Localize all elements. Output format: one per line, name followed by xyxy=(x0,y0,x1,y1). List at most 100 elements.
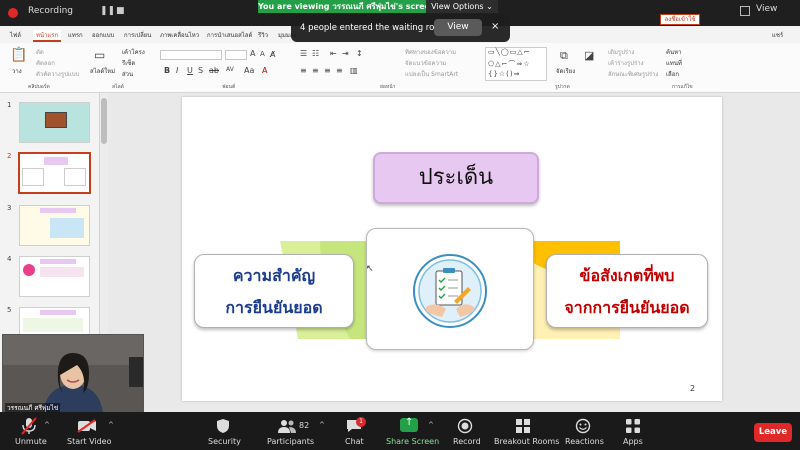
microphone-muted-icon[interactable] xyxy=(21,417,37,435)
arrange-icon[interactable]: ⧉ xyxy=(560,49,568,63)
participants-options-caret[interactable]: ^ xyxy=(319,421,325,429)
apps-label[interactable]: Apps xyxy=(623,437,643,446)
slide-title: ประเด็น xyxy=(418,165,494,190)
paste-icon[interactable]: 📋 xyxy=(10,47,27,63)
bullets-icon[interactable]: ☰ xyxy=(300,49,307,58)
paste-label[interactable]: วาง xyxy=(12,66,22,76)
new-slide-label[interactable]: สไลด์ใหม่ xyxy=(90,66,115,76)
clear-format-icon[interactable]: A̸ xyxy=(270,50,275,59)
chat-unread-badge: 1 xyxy=(356,417,366,427)
apps-icon[interactable] xyxy=(625,418,641,434)
left-card-line2: การยืนยันยอด xyxy=(225,298,323,317)
view-button[interactable]: View xyxy=(756,4,777,14)
tab-insert[interactable]: แทรก xyxy=(68,30,83,40)
shapes-row-icon[interactable]: ▭╲◯▭△⌐ xyxy=(488,48,531,56)
arrange-label[interactable]: จัดเรียง xyxy=(556,66,575,76)
shapes-row-icon[interactable]: ⬠△⌐⌒⇒☆ xyxy=(488,59,530,69)
format-painter-button[interactable]: ตัวคัดวางรูปแบบ xyxy=(36,69,79,79)
video-off-icon[interactable] xyxy=(77,419,97,433)
breakout-rooms-label[interactable]: Breakout Rooms xyxy=(494,437,559,446)
bold-icon[interactable]: B xyxy=(164,66,170,75)
stop-recording-icon[interactable]: ■ xyxy=(116,6,128,18)
underline-icon[interactable]: U xyxy=(187,66,193,75)
shapes-row-icon[interactable]: {}☆()⇒ xyxy=(488,70,521,78)
text-direction-button[interactable]: ทิศทางของข้อความ xyxy=(405,47,456,57)
reset-button[interactable]: รีเซ็ต xyxy=(122,58,135,68)
shape-fill-button[interactable]: เติมรูปร่าง xyxy=(608,47,634,57)
font-size-increase-icon[interactable]: A xyxy=(250,49,255,58)
new-slide-icon[interactable]: ▭ xyxy=(94,48,105,62)
security-label[interactable]: Security xyxy=(208,437,241,446)
video-options-caret[interactable]: ^ xyxy=(108,421,114,429)
thumbnail-scrollbar-thumb[interactable] xyxy=(101,98,107,144)
reactions-label[interactable]: Reactions xyxy=(565,437,604,446)
convert-smartart-button[interactable]: แปลงเป็น SmartArt xyxy=(405,69,458,79)
mouse-cursor-icon: ↖ xyxy=(366,264,374,274)
checklist-icon xyxy=(413,254,487,328)
font-size-box[interactable] xyxy=(225,50,247,60)
quick-styles-icon[interactable]: ◪ xyxy=(584,49,594,62)
font-name-box[interactable] xyxy=(160,50,222,60)
audio-options-caret[interactable]: ^ xyxy=(44,421,50,429)
shield-icon[interactable] xyxy=(216,418,230,434)
thumb-title-shape xyxy=(40,310,76,315)
shape-outline-button[interactable]: เค้าร่างรูปร่าง xyxy=(608,58,644,68)
find-button[interactable]: ค้นหา xyxy=(666,47,681,57)
view-options-label: View Options xyxy=(431,2,484,11)
viewing-screen-banner: You are viewing วรรณนภี ศรีพุ่มไข่'s scr… xyxy=(258,0,436,13)
gallery-view-icon[interactable] xyxy=(740,6,750,16)
italic-icon[interactable]: I xyxy=(176,66,178,75)
strikethrough-icon[interactable]: ab xyxy=(209,66,219,75)
align-center-icon[interactable]: ≡ xyxy=(312,66,319,75)
pause-recording-icon[interactable]: ❚❚ xyxy=(100,6,115,18)
reactions-icon[interactable] xyxy=(575,418,591,434)
replace-button[interactable]: แทนที่ xyxy=(666,58,682,68)
chat-label[interactable]: Chat xyxy=(345,437,364,446)
tab-slideshow[interactable]: การนำเสนอสไลด์ xyxy=(207,30,252,40)
char-spacing-icon[interactable]: AV xyxy=(226,66,234,73)
thumb-number: 1 xyxy=(7,101,12,109)
font-color-icon[interactable]: A xyxy=(262,66,267,75)
tab-home[interactable]: หน้าแรก xyxy=(33,30,62,42)
tab-review[interactable]: รีวิว xyxy=(258,30,268,40)
start-video-label[interactable]: Start Video xyxy=(67,437,112,446)
columns-icon[interactable]: ▥ xyxy=(350,66,358,75)
toast-message: 4 people entered the waiting room xyxy=(300,23,448,33)
align-right-icon[interactable]: ≡ xyxy=(324,66,331,75)
share-screen-label[interactable]: Share Screen xyxy=(386,437,439,446)
tab-design[interactable]: ออกแบบ xyxy=(92,30,114,40)
unmute-label[interactable]: Unmute xyxy=(15,437,47,446)
line-spacing-icon[interactable]: ↕ xyxy=(356,49,363,58)
toast-view-button[interactable]: View xyxy=(434,19,482,36)
breakout-rooms-icon[interactable] xyxy=(515,418,531,434)
justify-icon[interactable]: ≡ xyxy=(336,66,343,75)
change-case-icon[interactable]: Aa xyxy=(244,66,254,75)
align-text-button[interactable]: จัดแนวข้อความ xyxy=(405,58,446,68)
select-button[interactable]: เลือก xyxy=(666,69,679,79)
section-button[interactable]: ส่วน xyxy=(122,69,133,79)
tab-animations[interactable]: ภาพเคลื่อนไหว xyxy=(160,30,199,40)
layout-button[interactable]: เค้าโครง xyxy=(122,47,145,57)
numbering-icon[interactable]: ☷ xyxy=(312,49,319,58)
sign-in-button[interactable]: ลงชื่อเข้าใช้ xyxy=(660,14,700,25)
shadow-icon[interactable]: S xyxy=(198,66,203,75)
shape-effects-button[interactable]: ลักษณะพิเศษรูปร่าง xyxy=(608,69,658,79)
share-options-caret[interactable]: ^ xyxy=(428,421,434,429)
tab-file[interactable]: ไฟล์ xyxy=(10,30,21,40)
align-left-icon[interactable]: ≡ xyxy=(300,66,307,75)
leave-button[interactable]: Leave xyxy=(754,423,792,442)
view-options-button[interactable]: View Options ⌄ xyxy=(426,0,498,13)
copy-button[interactable]: คัดลอก xyxy=(36,58,55,68)
record-icon[interactable] xyxy=(457,418,473,434)
people-icon[interactable] xyxy=(277,419,297,433)
increase-indent-icon[interactable]: ⇥ xyxy=(342,49,349,58)
record-label[interactable]: Record xyxy=(453,437,481,446)
share-button[interactable]: แชร์ xyxy=(772,30,783,40)
font-size-decrease-icon[interactable]: A xyxy=(260,50,265,58)
participant-video-frame xyxy=(3,335,143,413)
tab-transitions[interactable]: การเปลี่ยน xyxy=(124,30,151,40)
close-icon[interactable]: × xyxy=(491,21,499,32)
decrease-indent-icon[interactable]: ⇤ xyxy=(330,49,337,58)
cut-button[interactable]: ตัด xyxy=(36,47,44,57)
participants-label[interactable]: Participants xyxy=(267,437,314,446)
